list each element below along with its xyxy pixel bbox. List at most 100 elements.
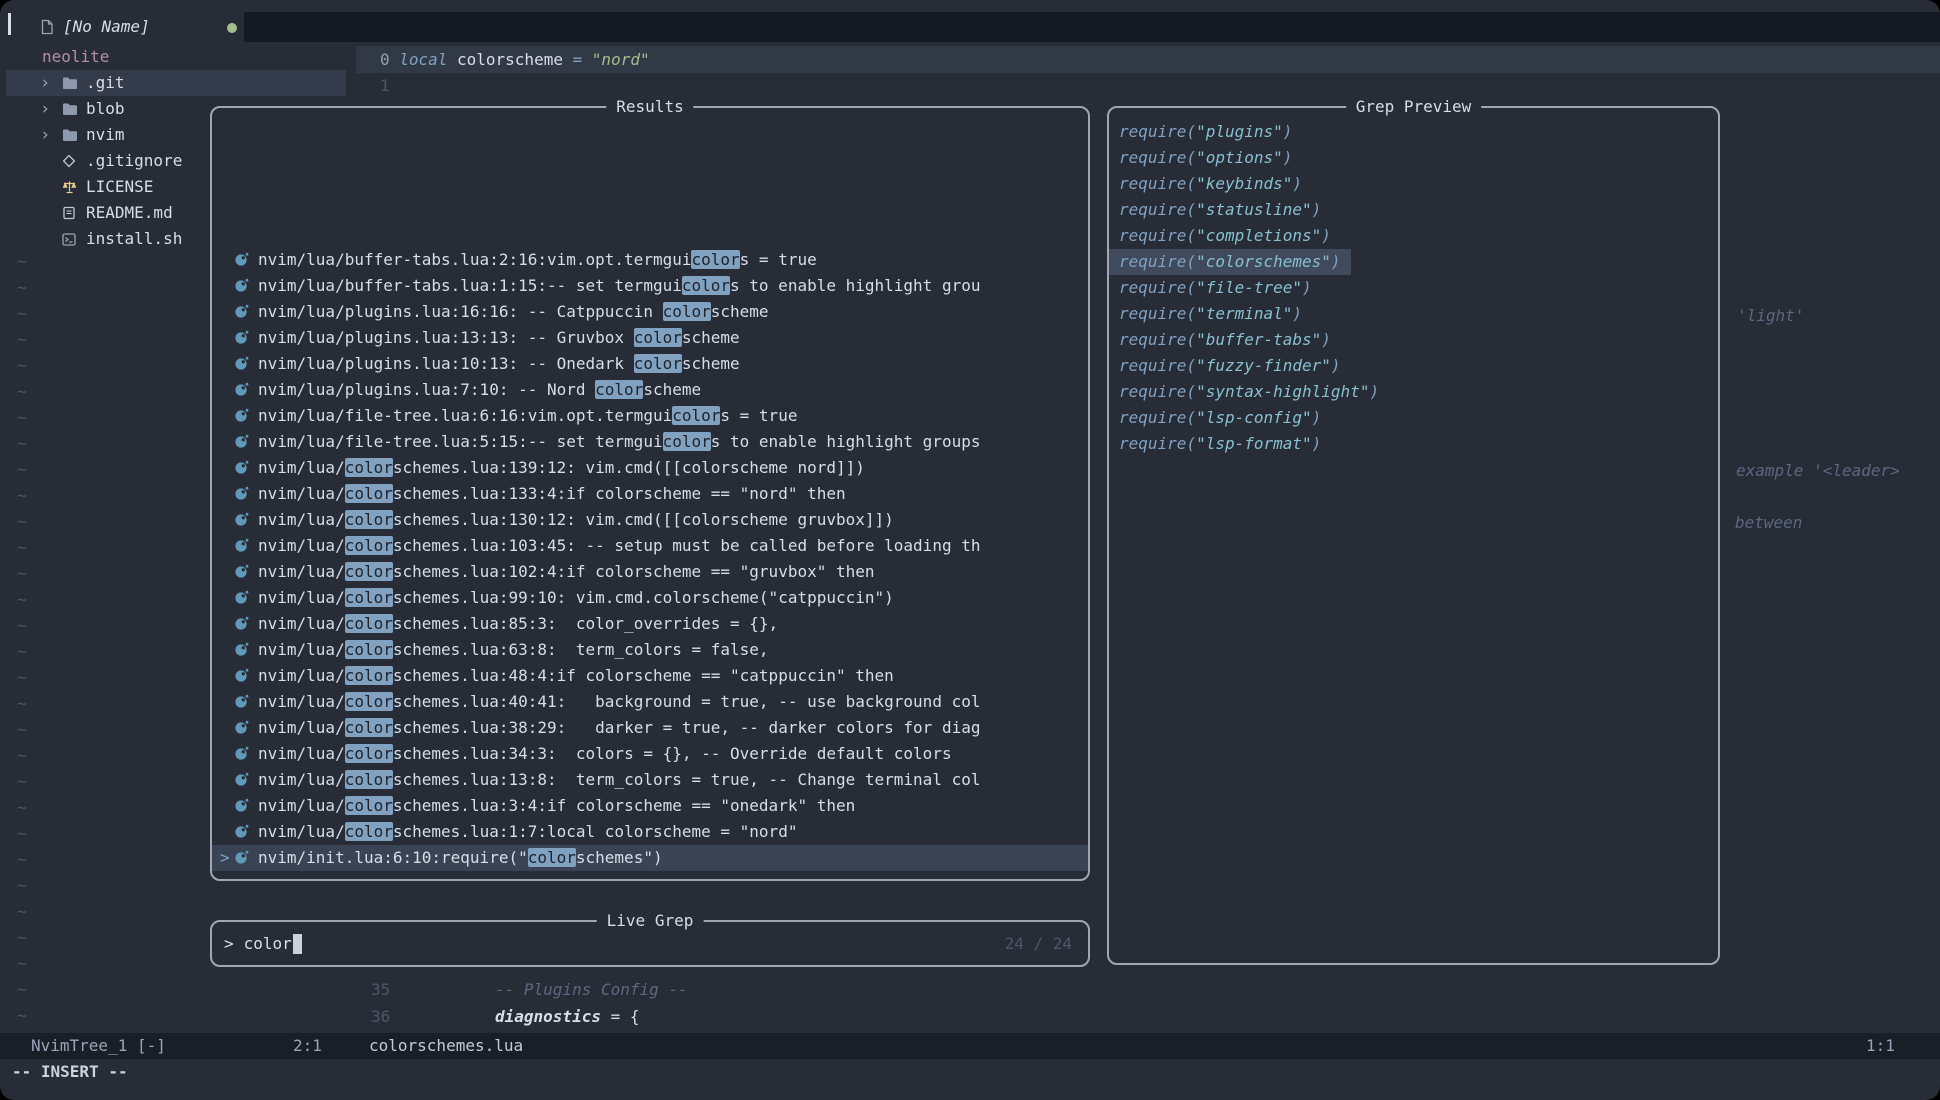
code-token: ) (1331, 356, 1341, 375)
result-text-segment: schemes.lua:99:10: vim.cmd.colorscheme("… (393, 588, 894, 607)
empty-line-marker: ~ (17, 691, 27, 717)
lua-icon (234, 330, 249, 345)
code-token: require( (1119, 382, 1196, 401)
empty-line-marker: ~ (17, 665, 27, 691)
result-row[interactable]: nvim/lua/buffer-tabs.lua:1:15:-- set ter… (212, 273, 1088, 299)
result-row[interactable]: nvim/lua/file-tree.lua:6:16:vim.opt.term… (212, 403, 1088, 429)
preview-line-text: require("lsp-format") (1109, 431, 1331, 457)
preview-line[interactable]: require("lsp-format") (1109, 431, 1718, 457)
result-row[interactable]: nvim/lua/plugins.lua:10:13: -- Onedark c… (212, 351, 1088, 377)
code-token: require( (1119, 252, 1196, 271)
result-text-segment: nvim/lua/ (258, 692, 345, 711)
code-token: ) (1369, 382, 1379, 401)
result-row[interactable]: nvim/lua/colorschemes.lua:40:41: backgro… (212, 689, 1088, 715)
result-row[interactable]: nvim/lua/colorschemes.lua:139:12: vim.cm… (212, 455, 1088, 481)
result-text: nvim/lua/colorschemes.lua:48:4:if colors… (258, 666, 894, 685)
preview-line[interactable]: require("colorschemes") (1109, 249, 1718, 275)
match-highlight: color (345, 510, 393, 529)
result-row[interactable]: nvim/lua/colorschemes.lua:130:12: vim.cm… (212, 507, 1088, 533)
result-row[interactable]: nvim/lua/colorschemes.lua:85:3: color_ov… (212, 611, 1088, 637)
result-row[interactable]: nvim/lua/colorschemes.lua:3:4:if colorsc… (212, 793, 1088, 819)
preview-line[interactable]: require("statusline") (1109, 197, 1718, 223)
lua-icon (234, 278, 249, 293)
window-cursor-caret (8, 13, 11, 35)
empty-line-marker: ~ (17, 405, 27, 431)
result-row[interactable]: > nvim/init.lua:6:10:require("colorschem… (212, 845, 1088, 871)
result-text: nvim/lua/colorschemes.lua:63:8: term_col… (258, 640, 769, 659)
code-token: "nord" (592, 46, 650, 73)
match-highlight: color (345, 718, 393, 737)
preview-line[interactable]: require("keybinds") (1109, 171, 1718, 197)
code-token: "lsp-config" (1196, 408, 1312, 427)
result-row[interactable]: nvim/lua/buffer-tabs.lua:2:16:vim.opt.te… (212, 247, 1088, 273)
result-row[interactable]: nvim/lua/colorschemes.lua:99:10: vim.cmd… (212, 585, 1088, 611)
preview-line[interactable]: require("file-tree") (1109, 275, 1718, 301)
selected-arrow-icon: > (220, 845, 230, 871)
result-row[interactable]: nvim/lua/plugins.lua:16:16: -- Catppucci… (212, 299, 1088, 325)
result-text-segment: nvim/lua/buffer-tabs.lua:1:15:-- set ter… (258, 276, 682, 295)
result-text-segment: schemes.lua:133:4:if colorscheme == "nor… (393, 484, 846, 503)
preview-line[interactable]: require("buffer-tabs") (1109, 327, 1718, 353)
line-number: 35 (371, 977, 390, 1003)
preview-line[interactable]: require("terminal") (1109, 301, 1718, 327)
result-row[interactable]: nvim/lua/colorschemes.lua:102:4:if color… (212, 559, 1088, 585)
empty-line-marker: ~ (17, 899, 27, 925)
preview-line[interactable]: require("syntax-highlight") (1109, 379, 1718, 405)
live-grep-input[interactable]: > color 24 / 24 (212, 922, 1088, 965)
result-row[interactable]: nvim/lua/colorschemes.lua:103:45: -- set… (212, 533, 1088, 559)
result-row[interactable]: nvim/lua/colorschemes.lua:133:4:if color… (212, 481, 1088, 507)
lua-icon (234, 382, 249, 397)
code-token: "completions" (1196, 226, 1321, 245)
match-highlight: color (595, 380, 643, 399)
result-row[interactable]: nvim/lua/plugins.lua:13:13: -- Gruvbox c… (212, 325, 1088, 351)
chevron-right-icon: › (40, 70, 62, 96)
result-text: nvim/lua/colorschemes.lua:103:45: -- set… (258, 536, 980, 555)
result-row[interactable]: nvim/lua/colorschemes.lua:48:4:if colors… (212, 663, 1088, 689)
match-highlight: color (672, 406, 720, 425)
lua-icon (234, 824, 249, 839)
preview-line[interactable]: require("lsp-config") (1109, 405, 1718, 431)
code-token: ) (1312, 200, 1322, 219)
result-row[interactable]: nvim/lua/colorschemes.lua:1:7:local colo… (212, 819, 1088, 845)
tree-item--git[interactable]: › .git (6, 70, 346, 96)
result-row[interactable]: nvim/lua/colorschemes.lua:34:3: colors =… (212, 741, 1088, 767)
match-highlight: color (345, 666, 393, 685)
match-highlight: color (682, 276, 730, 295)
chevron-right-icon: › (40, 122, 62, 148)
line-number: 0 (380, 46, 390, 73)
result-text-segment: schemes.lua:85:3: color_overrides = {}, (393, 614, 778, 633)
empty-line-marker: ~ (17, 483, 27, 509)
result-row[interactable]: nvim/lua/plugins.lua:7:10: -- Nord color… (212, 377, 1088, 403)
lua-icon (234, 798, 249, 813)
preview-line[interactable]: require("fuzzy-finder") (1109, 353, 1718, 379)
tree-item-label: install.sh (86, 226, 182, 252)
result-text-segment: schemes.lua:48:4:if colorscheme == "catp… (393, 666, 894, 685)
result-row[interactable]: nvim/lua/colorschemes.lua:63:8: term_col… (212, 637, 1088, 663)
license-icon (62, 180, 86, 194)
preview-line-text: require("options") (1109, 145, 1302, 171)
result-text-segment: nvim/lua/ (258, 458, 345, 477)
tree-item-label: nvim (86, 122, 125, 148)
result-text-segment: schemes.lua:1:7:local colorscheme = "nor… (393, 822, 798, 841)
result-text: nvim/lua/colorschemes.lua:34:3: colors =… (258, 744, 952, 763)
result-row[interactable]: nvim/lua/colorschemes.lua:13:8: term_col… (212, 767, 1088, 793)
result-row[interactable]: nvim/lua/file-tree.lua:5:15:-- set termg… (212, 429, 1088, 455)
lua-icon (234, 460, 249, 475)
result-text-segment: schemes.lua:102:4:if colorscheme == "gru… (393, 562, 875, 581)
result-row[interactable]: nvim/lua/colorschemes.lua:38:29: darker … (212, 715, 1088, 741)
result-text-segment: nvim/lua/ (258, 744, 345, 763)
code-token: require( (1119, 226, 1196, 245)
preview-line[interactable]: require("options") (1109, 145, 1718, 171)
result-text: nvim/lua/colorschemes.lua:40:41: backgro… (258, 692, 980, 711)
tab-no-name[interactable]: [No Name] (40, 14, 150, 40)
chevron-right-icon: › (40, 96, 62, 122)
result-text: nvim/lua/colorschemes.lua:99:10: vim.cmd… (258, 588, 894, 607)
preview-line-text: require("buffer-tabs") (1109, 327, 1341, 353)
code-token: ) (1292, 174, 1302, 193)
result-text-segment: schemes.lua:139:12: vim.cmd([[colorschem… (393, 458, 865, 477)
preview-line[interactable]: require("plugins") (1109, 119, 1718, 145)
preview-line[interactable]: require("completions") (1109, 223, 1718, 249)
filetree-root[interactable]: neolite (42, 44, 109, 70)
code-token: "fuzzy-finder" (1196, 356, 1331, 375)
code-token: diagnostics (495, 1007, 601, 1026)
